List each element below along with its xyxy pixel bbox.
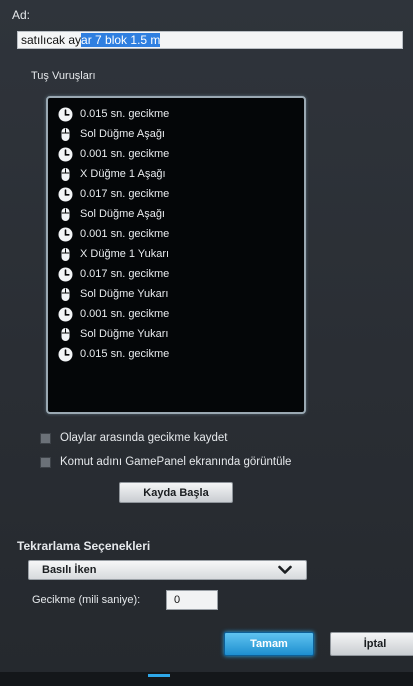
chevron-down-icon <box>278 564 292 579</box>
clock-icon <box>58 347 73 362</box>
record-delays-checkbox[interactable] <box>40 433 51 444</box>
keystroke-item[interactable]: 0.017 sn. gecikme <box>58 264 169 284</box>
mouse-icon <box>58 167 73 182</box>
keystroke-item-label: X Düğme 1 Yukarı <box>80 248 170 260</box>
macro-editor-panel: Ad: satılıcak ayar 7 blok 1.5 m Tuş Vuru… <box>0 0 413 672</box>
taskbar-strip <box>0 672 413 686</box>
delay-input[interactable]: 0 <box>166 590 218 610</box>
keystroke-item[interactable]: Sol Düğme Aşağı <box>58 204 165 224</box>
keystroke-item[interactable]: X Düğme 1 Aşağı <box>58 164 166 184</box>
name-input-text: satılıcak ay <box>21 33 82 47</box>
start-recording-button[interactable]: Kayda Başla <box>119 482 233 503</box>
show-name-label: Komut adını GamePanel ekranında görüntül… <box>60 456 292 468</box>
keystroke-item-label: X Düğme 1 Aşağı <box>80 168 166 180</box>
name-input[interactable]: satılıcak ayar 7 blok 1.5 m <box>17 31 403 49</box>
keystroke-item[interactable]: 0.015 sn. gecikme <box>58 344 169 364</box>
clock-icon <box>58 147 73 162</box>
repeat-mode-value: Basılı İken <box>42 564 97 576</box>
clock-icon <box>58 107 73 122</box>
keystroke-item-label: 0.001 sn. gecikme <box>80 308 170 320</box>
keystroke-item-label: Sol Düğme Aşağı <box>80 128 165 140</box>
keystroke-item[interactable]: 0.015 sn. gecikme <box>58 104 169 124</box>
keystroke-item[interactable]: Sol Düğme Aşağı <box>58 124 165 144</box>
keystrokes-label: Tuş Vuruşları <box>31 70 96 82</box>
keystroke-item[interactable]: X Düğme 1 Yukarı <box>58 244 169 264</box>
keystroke-item-label: 0.017 sn. gecikme <box>80 188 170 200</box>
mouse-icon <box>58 247 73 262</box>
keystroke-item-label: 0.001 sn. gecikme <box>80 228 170 240</box>
cancel-button[interactable]: İptal <box>330 632 413 656</box>
clock-icon <box>58 227 73 242</box>
mouse-icon <box>58 327 73 342</box>
mouse-icon <box>58 127 73 142</box>
keystroke-item[interactable]: 0.001 sn. gecikme <box>58 224 169 244</box>
keystroke-item-label: 0.015 sn. gecikme <box>80 108 170 120</box>
keystroke-item-label: Sol Düğme Aşağı <box>80 208 165 220</box>
active-indicator <box>148 674 170 677</box>
keystroke-item-label: Sol Düğme Yukarı <box>80 288 169 300</box>
name-label: Ad: <box>12 8 31 22</box>
keystroke-item-label: 0.001 sn. gecikme <box>80 148 170 160</box>
delay-label: Gecikme (mili saniye): <box>32 594 141 606</box>
show-name-checkbox[interactable] <box>40 457 51 468</box>
repeat-mode-select[interactable]: Basılı İken <box>28 560 307 580</box>
record-delays-label: Olaylar arasında gecikme kaydet <box>60 432 228 444</box>
ok-button[interactable]: Tamam <box>224 632 314 656</box>
keystroke-item[interactable]: Sol Düğme Yukarı <box>58 324 168 344</box>
keystroke-item[interactable]: 0.017 sn. gecikme <box>58 184 169 204</box>
mouse-icon <box>58 287 73 302</box>
keystroke-item-label: 0.015 sn. gecikme <box>80 348 170 360</box>
keystroke-item[interactable]: Sol Düğme Yukarı <box>58 284 168 304</box>
repeat-options-title: Tekrarlama Seçenekleri <box>17 539 151 553</box>
mouse-icon <box>58 207 73 222</box>
keystroke-item[interactable]: 0.001 sn. gecikme <box>58 304 169 324</box>
keystroke-item-label: 0.017 sn. gecikme <box>80 268 170 280</box>
keystrokes-list[interactable]: 0.015 sn. gecikme Sol Düğme Aşağı 0.001 sn… <box>46 96 306 414</box>
keystroke-item-label: Sol Düğme Yukarı <box>80 328 169 340</box>
clock-icon <box>58 307 73 322</box>
name-input-selected-text: ar 7 blok 1.5 m <box>81 33 161 47</box>
clock-icon <box>58 267 73 282</box>
keystroke-item[interactable]: 0.001 sn. gecikme <box>58 144 169 164</box>
clock-icon <box>58 187 73 202</box>
